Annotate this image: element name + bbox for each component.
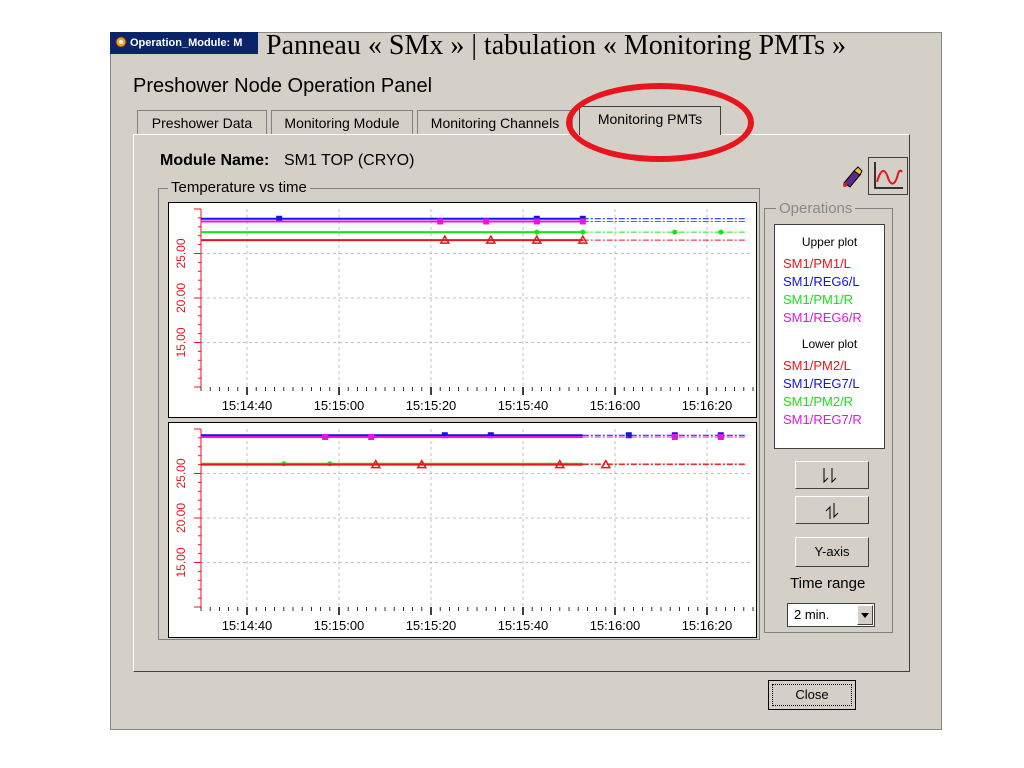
- legend-item[interactable]: SM1/PM2/L: [775, 357, 884, 375]
- tab-monitoring-channels[interactable]: Monitoring Channels: [417, 110, 573, 134]
- close-button[interactable]: Close: [768, 680, 856, 710]
- y-tick-label: 25.00: [174, 238, 188, 268]
- slide-caption: Panneau « SMx » | tabulation « Monitorin…: [266, 30, 846, 61]
- x-tick-label: 15:16:00: [590, 398, 641, 413]
- data-point: [580, 229, 586, 235]
- data-point: [368, 434, 375, 441]
- y-tick-label: 20.00: [174, 503, 188, 533]
- legend-item[interactable]: SM1/REG6/L: [775, 273, 884, 291]
- x-tick-label: 15:15:20: [406, 398, 457, 413]
- zoom-out-icon: [825, 503, 839, 519]
- window-title: Operation_Module: M: [130, 37, 243, 49]
- data-point: [534, 229, 540, 235]
- data-point: [600, 459, 612, 469]
- x-tick-label: 15:14:40: [222, 618, 273, 633]
- data-point: [322, 434, 329, 441]
- legend-item[interactable]: SM1/PM1/L: [775, 255, 884, 273]
- legend-item[interactable]: SM1/PM2/R: [775, 393, 884, 411]
- data-point: [718, 229, 724, 235]
- operations-title: Operations: [776, 200, 856, 217]
- x-tick-label: 15:16:20: [682, 398, 733, 413]
- y-tick-label: 25.00: [174, 458, 188, 488]
- x-tick-label: 15:14:40: [222, 398, 273, 413]
- app-icon: [115, 36, 127, 48]
- data-point: [579, 218, 586, 225]
- data-point: [483, 218, 490, 225]
- data-point: [437, 218, 444, 225]
- highlight-ellipse: [566, 83, 754, 162]
- x-tick-label: 15:15:00: [314, 618, 365, 633]
- x-tick-label: 15:15:00: [314, 398, 365, 413]
- series-legend-list: Upper plot SM1/PM1/L SM1/REG6/L SM1/PM1/…: [774, 224, 885, 449]
- x-tick-label: 15:16:20: [682, 618, 733, 633]
- data-point: [533, 218, 540, 225]
- module-name-value: SM1 TOP (CRYO): [284, 152, 415, 169]
- legend-item[interactable]: SM1/PM1/R: [775, 291, 884, 309]
- x-tick-label: 15:15:40: [498, 398, 549, 413]
- y-axis-button[interactable]: Y-axis: [795, 537, 869, 567]
- lower-plot-header: Lower plot: [801, 337, 858, 351]
- data-point: [717, 434, 724, 441]
- data-point: [671, 434, 678, 441]
- zoom-out-button[interactable]: [795, 496, 869, 524]
- chevron-down-icon[interactable]: [857, 605, 873, 625]
- y-tick-label: 15.00: [174, 327, 188, 357]
- upper-plot-header: Upper plot: [801, 235, 858, 249]
- trend-plot-icon[interactable]: [868, 157, 908, 195]
- y-tick-label: 15.00: [174, 547, 188, 577]
- paint-icon[interactable]: [838, 163, 866, 191]
- tab-preshower-data[interactable]: Preshower Data: [137, 110, 267, 134]
- panel-title: Preshower Node Operation Panel: [133, 75, 433, 97]
- tab-monitoring-module[interactable]: Monitoring Module: [271, 110, 413, 134]
- window-titlebar[interactable]: Operation_Module: M: [110, 32, 258, 54]
- time-range-label: Time range: [790, 575, 866, 592]
- x-tick-label: 15:15:20: [406, 618, 457, 633]
- data-point: [672, 229, 678, 235]
- temperature-group-title: Temperature vs time: [168, 179, 310, 196]
- legend-item[interactable]: SM1/REG7/R: [775, 411, 884, 429]
- upper-plot[interactable]: 25.00 20.00 15.00 15:14:40 15:15:00 15:15:20 1…: [168, 202, 757, 418]
- x-tick-label: 15:15:40: [498, 618, 549, 633]
- lower-plot[interactable]: 25.00 20.00 15.00 15:14:40 15:15:00 15:15:20 1…: [168, 422, 757, 638]
- module-name-label: Module Name:: [160, 152, 270, 169]
- zoom-in-button[interactable]: [795, 461, 869, 489]
- zoom-in-icon: [823, 468, 837, 484]
- legend-item[interactable]: SM1/REG7/L: [775, 375, 884, 393]
- legend-item[interactable]: SM1/REG6/R: [775, 309, 884, 327]
- x-tick-label: 15:16:00: [590, 618, 641, 633]
- y-tick-label: 20.00: [174, 283, 188, 313]
